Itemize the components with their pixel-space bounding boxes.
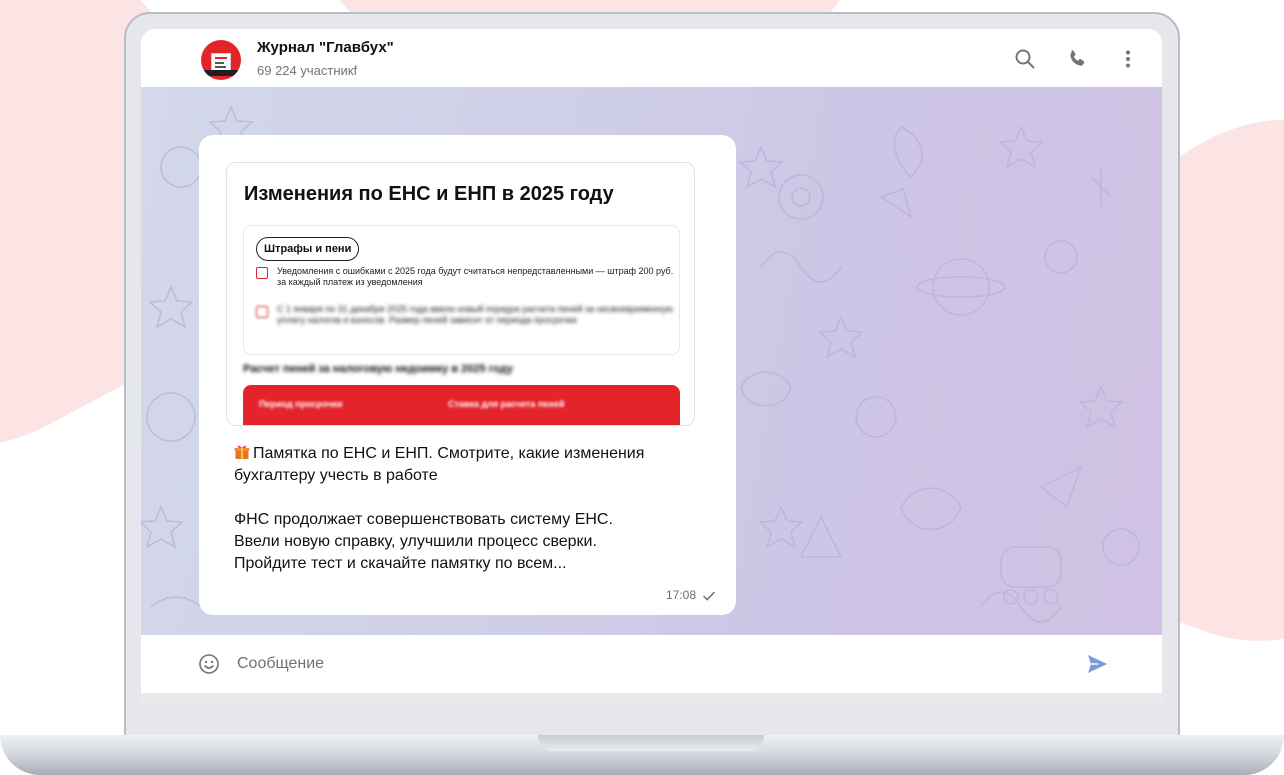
emoji-icon[interactable] [198,653,220,675]
laptop-notch [538,735,764,751]
image-pill: Штрафы и пени [256,237,360,261]
channel-title[interactable]: Журнал "Главбух" [257,39,394,56]
search-icon[interactable] [1013,47,1037,71]
more-vertical-icon[interactable] [1116,47,1140,71]
send-icon[interactable] [1085,652,1109,676]
table-column-label: Период просрочки [259,399,343,409]
image-table-header: Период просрочки Ставка для расчета пене… [243,385,680,425]
message-composer [141,635,1162,693]
image-title: Изменения по ЕНС и ЕНП в 2025 году [244,183,614,205]
messenger-window: Журнал "Главбух" 69 224 участникf Измене… [141,29,1162,704]
message-body: ФНС продолжает совершенствовать систему … [234,509,714,575]
table-column-label: Ставка для расчета пеней [448,399,565,409]
message-bubble[interactable]: Изменения по ЕНС и ЕНП в 2025 году Штраф… [199,135,736,615]
message-line: ФНС продолжает совершенствовать систему … [234,511,613,528]
message-line: Пройдите тест и скачайте памятку по всем… [234,555,567,572]
sent-check-icon [703,591,715,601]
message-headline-text: Памятка по ЕНС и ЕНП. Смотрите, какие из… [234,445,645,484]
message-line: Ввели новую справку, улучшили процесс св… [234,533,597,550]
chat-header: Журнал "Главбух" 69 224 участникf [141,29,1162,87]
channel-member-count: 69 224 участникf [257,63,358,78]
checkbox-icon [256,267,268,279]
image-info-card: Штрафы и пени Уведомления с ошибками с 2… [243,225,680,355]
message-image[interactable]: Изменения по ЕНС и ЕНП в 2025 году Штраф… [226,162,695,426]
image-item-text-blurred: С 1 января по 31 декабря 2025 года ввели… [277,304,673,325]
checkbox-icon [256,306,268,318]
channel-avatar[interactable] [201,40,241,80]
phone-icon[interactable] [1065,47,1089,71]
message-time: 17:08 [665,588,696,602]
image-item-text: Уведомления с ошибками с 2025 года будут… [277,266,674,287]
image-table-heading: Расчет пеней за налоговую недоимку в 202… [243,363,513,375]
gift-icon [234,445,250,459]
chat-background: Изменения по ЕНС и ЕНП в 2025 году Штраф… [141,87,1162,635]
message-headline: Памятка по ЕНС и ЕНП. Смотрите, какие из… [234,443,714,487]
screen-bottom-bar [141,693,1162,704]
message-input[interactable] [237,651,1057,677]
